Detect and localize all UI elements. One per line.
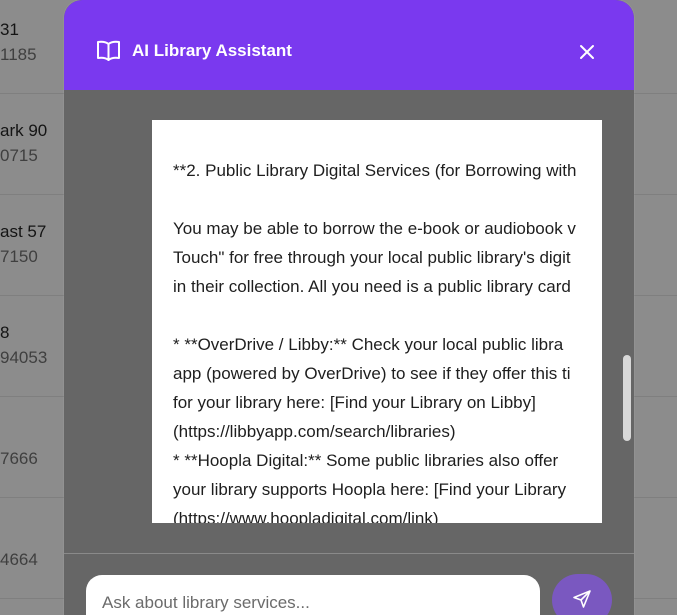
message-line: (https://libbyapp.com/search/libraries) <box>173 422 456 441</box>
list-item-subtitle: 94053 <box>0 348 48 367</box>
message-line: (https://www.hoopladigital.com/link) <box>173 509 439 523</box>
send-icon <box>573 590 591 608</box>
list-item-title: ark 90 <box>0 121 48 140</box>
list-item-subtitle: 7666 <box>0 449 38 468</box>
list-item-subtitle: 7150 <box>0 247 38 266</box>
message-line: You may be able to borrow the e-book or … <box>173 219 576 238</box>
modal-title: AI Library Assistant <box>132 41 292 60</box>
message-line <box>173 120 602 127</box>
list-item-subtitle: 0715 <box>0 146 38 165</box>
message-line: * **Hoopla Digital:** Some public librar… <box>173 451 559 470</box>
list-item-title: 31 <box>0 20 19 39</box>
message-line: for your library here: [Find your Librar… <box>173 393 536 412</box>
list-item-subtitle: 1185 <box>0 45 37 64</box>
chat-scrollbar[interactable] <box>623 355 631 441</box>
message-line: in their collection. All you need is a p… <box>173 277 571 296</box>
list-item-title: 8 <box>0 323 10 342</box>
close-icon <box>580 45 594 59</box>
message-line: your library supports Hoopla here: [Find… <box>173 480 567 499</box>
message-line: * **OverDrive / Libby:** Check your loca… <box>173 335 564 354</box>
assistant-modal: AI Library Assistant **2. Public Library… <box>64 0 634 615</box>
assistant-message: **2. Public Library Digital Services (fo… <box>152 120 602 523</box>
send-button[interactable] <box>552 574 612 615</box>
message-line: app (powered by OverDrive) to see if the… <box>173 364 571 383</box>
close-button[interactable] <box>576 41 598 63</box>
list-item-title: ast 57 <box>0 222 47 241</box>
message-line: **2. Public Library Digital Services (fo… <box>173 161 577 180</box>
chat-body[interactable]: **2. Public Library Digital Services (fo… <box>64 90 634 553</box>
book-open-icon <box>96 40 121 62</box>
list-item-subtitle: 4664 <box>0 550 38 569</box>
message-line: Touch" for free through your local publi… <box>173 248 571 267</box>
chat-input[interactable] <box>86 575 540 615</box>
modal-header: AI Library Assistant <box>64 0 634 90</box>
chat-footer <box>64 554 634 615</box>
